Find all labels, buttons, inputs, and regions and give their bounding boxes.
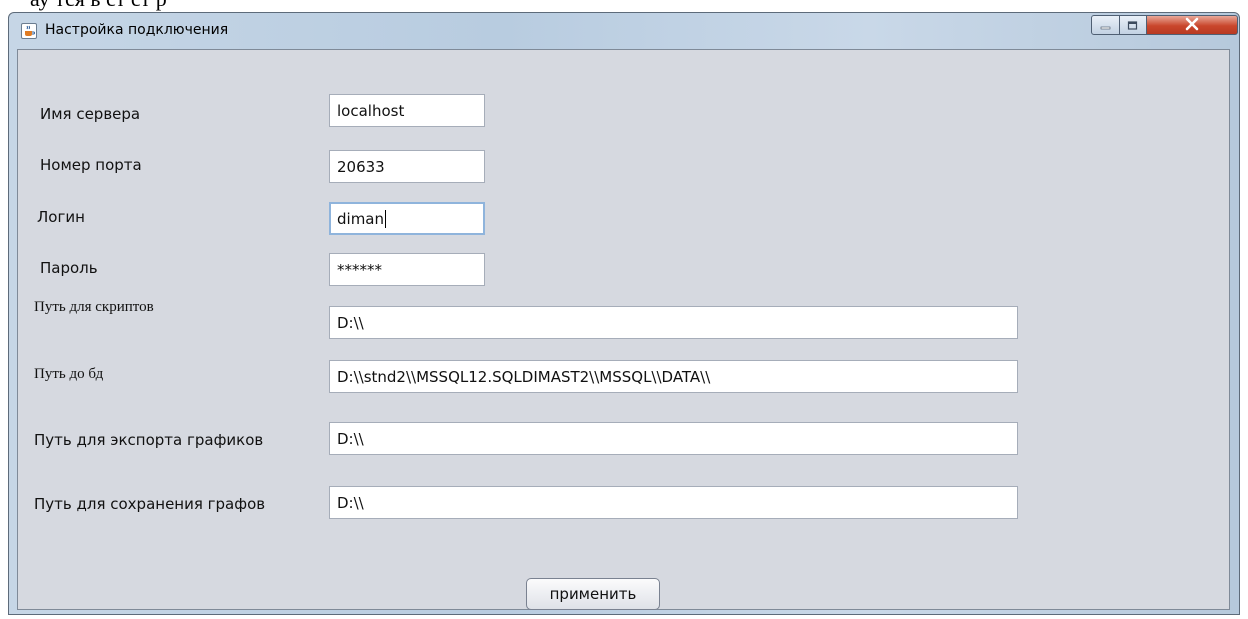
- db-path-input[interactable]: D:\\stnd2\\MSSQL12.SQLDIMAST2\\MSSQL\\DA…: [329, 360, 1018, 393]
- minimize-button[interactable]: [1091, 15, 1120, 35]
- password-input[interactable]: ******: [329, 253, 485, 286]
- form-panel: Имя сервера localhost Номер порта 20633 …: [17, 49, 1230, 610]
- server-name-input[interactable]: localhost: [329, 94, 485, 127]
- apply-button[interactable]: применить: [526, 578, 660, 610]
- maximize-icon: [1127, 16, 1139, 35]
- login-input-value: diman: [337, 209, 384, 228]
- login-label: Логин: [37, 208, 85, 226]
- scripts-path-input[interactable]: D:\\: [329, 306, 1018, 339]
- close-button[interactable]: [1146, 15, 1238, 35]
- password-label: Пароль: [40, 259, 98, 277]
- server-name-label: Имя сервера: [40, 105, 141, 123]
- port-input[interactable]: 20633: [329, 150, 485, 183]
- graphs-save-path-label: Путь для сохранения графов: [34, 495, 266, 513]
- window-title: Настройка подключения: [45, 22, 229, 38]
- db-path-label: Путь до бд: [34, 366, 104, 382]
- java-cup-icon: [21, 23, 37, 39]
- login-input[interactable]: diman: [329, 202, 485, 235]
- scripts-path-label: Путь для скриптов: [34, 299, 154, 315]
- minimize-icon: [1100, 16, 1112, 35]
- close-icon: [1184, 16, 1200, 35]
- document-top-text: ау тся ь ст ст р: [30, 0, 167, 12]
- maximize-button[interactable]: [1119, 15, 1147, 35]
- text-caret: [385, 209, 386, 228]
- charts-export-path-input[interactable]: D:\\: [329, 422, 1018, 455]
- graphs-save-path-input[interactable]: D:\\: [329, 486, 1018, 519]
- settings-window: Настройка подключения Имя сервера localh…: [8, 12, 1240, 615]
- title-bar[interactable]: Настройка подключения: [9, 13, 1239, 49]
- charts-export-path-label: Путь для экспорта графиков: [34, 431, 264, 449]
- port-label: Номер порта: [40, 156, 142, 174]
